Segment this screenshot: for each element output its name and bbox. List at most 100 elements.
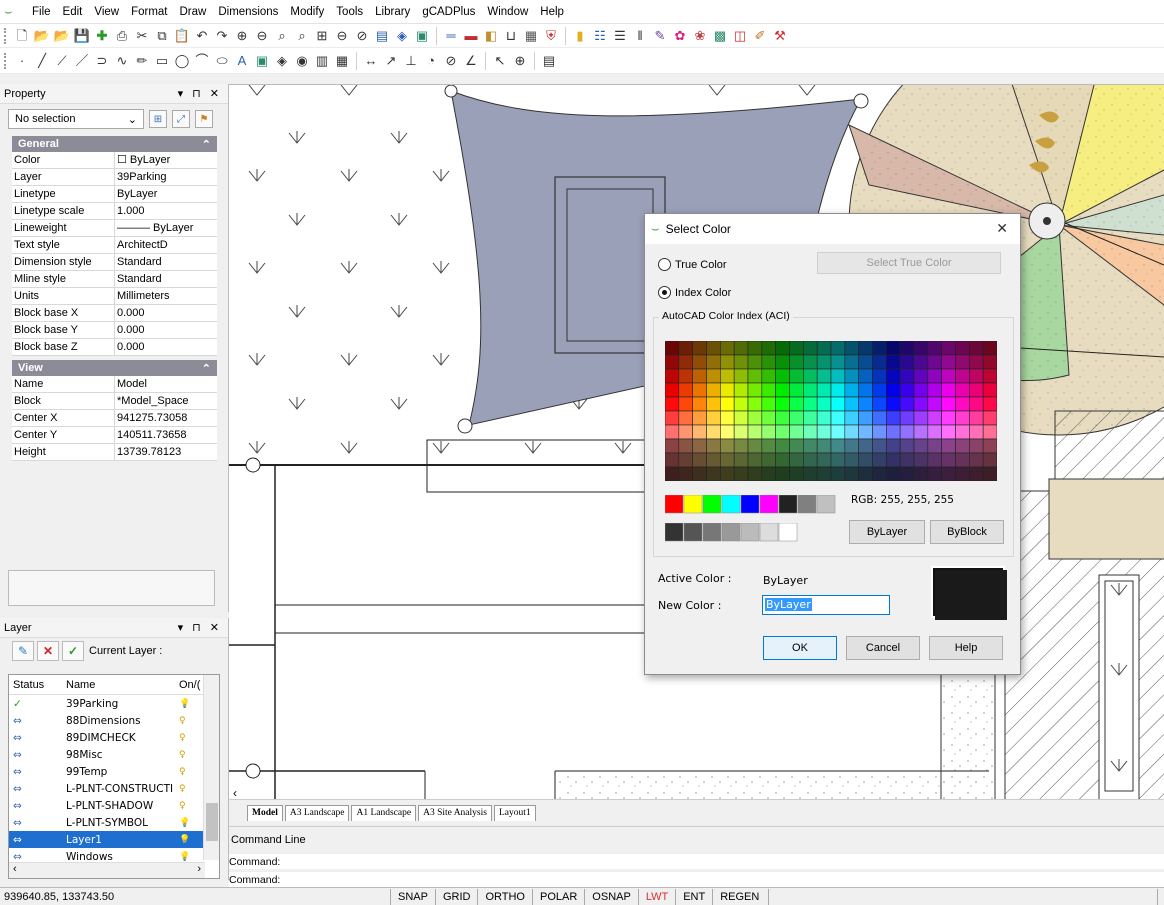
block-icon[interactable]: ◧	[482, 27, 500, 45]
aci-swatch[interactable]	[747, 424, 763, 440]
aci-swatch[interactable]	[899, 341, 915, 356]
pencil-icon[interactable]: ✏	[133, 52, 151, 70]
status-toggle-ortho[interactable]: ORTHO	[477, 888, 532, 905]
open-template-icon[interactable]: 📂	[53, 27, 71, 45]
aci-swatch[interactable]	[927, 410, 942, 426]
property-row[interactable]: Center X 941275.73058	[12, 410, 217, 427]
layer-list-vscroll[interactable]	[203, 675, 219, 860]
aci-swatch[interactable]	[941, 382, 956, 398]
aci-swatch[interactable]	[969, 452, 984, 468]
aci-swatch[interactable]	[830, 452, 846, 468]
aci-swatch[interactable]	[816, 354, 832, 370]
aci-swatch[interactable]	[789, 452, 804, 468]
menu-library[interactable]: Library	[369, 1, 416, 23]
polyline-icon[interactable]: ⟋	[53, 52, 71, 70]
hatch-pattern-icon[interactable]: ▥	[313, 52, 331, 70]
aci-swatch[interactable]	[886, 382, 901, 398]
aci-swatch[interactable]	[830, 382, 846, 398]
property-value[interactable]: *Model_Space	[115, 393, 217, 409]
aci-swatch[interactable]	[982, 382, 997, 398]
property-row[interactable]: Text style ArchitectD	[12, 237, 217, 254]
aci-swatch[interactable]	[803, 438, 818, 454]
tab-model[interactable]: Model	[247, 805, 283, 821]
gray-color-swatch[interactable]	[778, 523, 798, 542]
aci-swatch[interactable]	[665, 452, 680, 468]
leader-icon[interactable]: ↖	[491, 52, 509, 70]
aci-swatch[interactable]	[665, 466, 680, 481]
aci-swatch[interactable]	[941, 438, 956, 454]
layer-row[interactable]: ⇔ 89DIMCHECK ♀	[9, 729, 219, 746]
aci-swatch[interactable]	[830, 368, 846, 384]
aci-swatch[interactable]	[844, 354, 859, 370]
make-block-icon[interactable]: ◈	[273, 52, 291, 70]
aci-swatch[interactable]	[872, 382, 887, 398]
view-section-header[interactable]: View ⌃	[12, 360, 217, 376]
aci-swatch[interactable]	[706, 424, 721, 440]
standard-color-swatch[interactable]	[740, 495, 760, 514]
toolbar-grip[interactable]	[4, 27, 8, 44]
angular-dimension-icon[interactable]: ∠	[462, 52, 480, 70]
aci-swatch[interactable]	[872, 396, 887, 412]
undo-icon[interactable]: ↶	[193, 27, 211, 45]
aci-swatch[interactable]	[747, 452, 763, 468]
aci-swatch[interactable]	[665, 396, 680, 412]
aci-swatch[interactable]	[830, 438, 846, 454]
aci-swatch[interactable]	[858, 452, 873, 468]
aci-swatch[interactable]	[761, 396, 776, 412]
aci-swatch[interactable]	[733, 382, 749, 398]
property-value[interactable]: ByLayer	[115, 186, 217, 202]
gray-color-swatch[interactable]	[740, 523, 760, 542]
aci-swatch[interactable]	[665, 354, 680, 370]
aci-swatch[interactable]	[913, 354, 929, 370]
new-file-icon[interactable]: 🗋	[13, 27, 31, 45]
table-icon[interactable]: ☷	[591, 27, 609, 45]
aci-swatch[interactable]	[761, 438, 776, 454]
layer-row[interactable]: ⇔ 88Dimensions ♀	[9, 712, 219, 729]
aci-swatch[interactable]	[872, 368, 887, 384]
layer-status-icon[interactable]: ⇔	[9, 817, 66, 829]
aci-swatch[interactable]	[844, 466, 859, 481]
aci-swatch[interactable]	[706, 396, 721, 412]
aci-swatch[interactable]	[733, 368, 749, 384]
aci-swatch[interactable]	[789, 424, 804, 440]
aci-swatch[interactable]	[955, 410, 970, 426]
aci-swatch[interactable]	[913, 396, 929, 412]
print-icon[interactable]: ⎙	[113, 27, 131, 45]
aci-swatch[interactable]	[899, 424, 915, 440]
status-toggle-polar[interactable]: POLAR	[532, 888, 584, 905]
aci-swatch[interactable]	[692, 438, 707, 454]
plant-icon[interactable]: ✿	[671, 27, 689, 45]
bylayer-button[interactable]: ByLayer	[849, 520, 925, 544]
aci-swatch[interactable]	[816, 368, 832, 384]
new-color-input[interactable]: ByLayer	[762, 595, 890, 615]
aci-swatch[interactable]	[899, 354, 915, 370]
aci-swatch[interactable]	[872, 466, 887, 481]
aci-swatch[interactable]	[886, 452, 901, 468]
ok-button[interactable]: OK	[763, 636, 837, 660]
aci-swatch[interactable]	[803, 382, 818, 398]
aci-swatch[interactable]	[844, 438, 859, 454]
aci-swatch[interactable]	[844, 341, 859, 356]
true-color-radio[interactable]: True Color	[658, 258, 727, 271]
aci-swatch[interactable]	[775, 396, 790, 412]
aci-swatch[interactable]	[706, 452, 721, 468]
set-current-icon[interactable]: ✓	[62, 641, 84, 661]
aci-swatch[interactable]	[941, 341, 956, 356]
aci-swatch[interactable]	[830, 354, 846, 370]
label-icon[interactable]: ◫	[731, 27, 749, 45]
layer-status-icon[interactable]: ⇔	[9, 766, 66, 778]
aci-swatch[interactable]	[803, 466, 818, 481]
aci-swatch[interactable]	[747, 341, 763, 356]
property-value[interactable]: Millimeters	[115, 288, 217, 304]
layer-list-hscroll[interactable]: ‹ ›	[9, 862, 205, 878]
design-center-icon[interactable]: ▣	[413, 27, 431, 45]
aci-swatch[interactable]	[706, 368, 721, 384]
zoom-previous-icon[interactable]: ⊖	[333, 27, 351, 45]
aci-swatch[interactable]	[678, 466, 693, 481]
aci-swatch[interactable]	[899, 368, 915, 384]
aci-swatch[interactable]	[789, 438, 804, 454]
menu-window[interactable]: Window	[481, 1, 534, 23]
aci-swatch[interactable]	[955, 341, 970, 356]
aci-swatch[interactable]	[969, 438, 984, 454]
aci-swatch[interactable]	[803, 368, 818, 384]
